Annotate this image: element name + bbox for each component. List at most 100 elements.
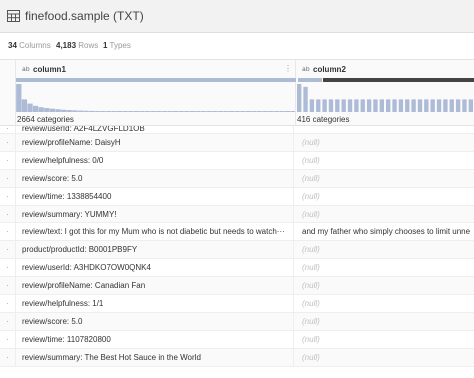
table-row[interactable]: · review/text: I got this for my Mum who …	[0, 223, 474, 242]
column-header-column2[interactable]: ab column2 416 categories	[296, 60, 474, 126]
cell-column2[interactable]: (null)	[302, 277, 474, 294]
cell-column1[interactable]: review/time: 1107820800	[22, 330, 294, 348]
histogram-bar[interactable]	[32, 105, 39, 112]
histogram-bar[interactable]	[122, 111, 128, 112]
histogram-bar[interactable]	[206, 111, 212, 112]
table-row[interactable]: · review/score: 5.0 (null)	[0, 312, 474, 331]
histogram-bar[interactable]	[424, 99, 429, 112]
histogram-bar[interactable]	[335, 99, 340, 112]
histogram-bar[interactable]	[297, 84, 302, 112]
table-row[interactable]: · review/summary: The Best Hot Sauce in t…	[0, 348, 474, 367]
cell-column2[interactable]: (null)	[302, 295, 474, 312]
histogram-bar[interactable]	[27, 103, 33, 112]
column-name[interactable]: column2	[313, 65, 346, 74]
histogram-bar[interactable]	[161, 111, 168, 112]
histogram-bar[interactable]	[100, 111, 106, 112]
cell-column1[interactable]: review/profileName: DaisyH	[22, 134, 294, 151]
cell-column2[interactable]: (null)	[302, 241, 474, 258]
cell-column2[interactable]: (null)	[302, 206, 474, 223]
histogram-bar[interactable]	[228, 111, 235, 112]
string-type-icon[interactable]: ab	[22, 66, 30, 73]
histogram-bar[interactable]	[212, 111, 218, 112]
histogram-bar[interactable]	[144, 111, 151, 112]
histogram-bar[interactable]	[111, 111, 117, 112]
cell-column2[interactable]: (null)	[302, 313, 474, 330]
histogram-bar[interactable]	[66, 110, 72, 112]
histogram-bar[interactable]	[251, 111, 257, 112]
histogram-bar[interactable]	[128, 111, 134, 112]
histogram-bar[interactable]	[133, 111, 140, 112]
histogram-bar[interactable]	[379, 99, 384, 112]
histogram-bar[interactable]	[328, 99, 334, 112]
histogram-bar[interactable]	[417, 99, 423, 112]
histogram-bar[interactable]	[430, 99, 435, 112]
histogram-bar[interactable]	[347, 99, 353, 112]
histogram-bar[interactable]	[373, 99, 378, 112]
cell-column2[interactable]: (null)	[302, 152, 474, 169]
column-histogram[interactable]	[296, 84, 474, 112]
histogram-bar[interactable]	[178, 111, 184, 112]
histogram-bar[interactable]	[462, 99, 467, 112]
string-type-icon[interactable]: ab	[302, 66, 310, 73]
cell-column2[interactable]: (null)	[302, 331, 474, 348]
histogram-bar[interactable]	[468, 99, 473, 112]
cell-column1[interactable]: review/userId: A3HDKO7OW0QNK4	[22, 259, 294, 277]
histogram-bar[interactable]	[262, 111, 268, 112]
histogram-bar[interactable]	[449, 99, 454, 112]
histogram-bar[interactable]	[150, 111, 156, 112]
histogram-bar[interactable]	[443, 99, 448, 112]
histogram-bar[interactable]	[290, 111, 295, 112]
more-vertical-icon[interactable]: ⋮	[284, 64, 292, 73]
histogram-bar[interactable]	[360, 99, 365, 112]
histogram-bar[interactable]	[116, 111, 123, 112]
histogram-bar[interactable]	[195, 111, 201, 112]
histogram-bar[interactable]	[316, 99, 321, 112]
histogram-bar[interactable]	[167, 111, 173, 112]
table-row[interactable]: · review/time: 1338854400 (null)	[0, 187, 474, 206]
cell-column1[interactable]: product/productId: B0001PB9FY	[22, 241, 294, 259]
histogram-bar[interactable]	[223, 111, 229, 112]
histogram-bar[interactable]	[72, 110, 78, 112]
cell-column1[interactable]: review/userId: A2F4LZVGFLD1OB	[22, 126, 294, 133]
table-row[interactable]: · review/profileName: Canadian Fan (null)	[0, 277, 474, 296]
histogram-bar[interactable]	[279, 111, 285, 112]
histogram-bar[interactable]	[217, 111, 224, 112]
histogram-bar[interactable]	[49, 108, 56, 112]
cell-column2[interactable]: (null)	[302, 259, 474, 276]
histogram-bar[interactable]	[94, 111, 100, 112]
histogram-bar[interactable]	[309, 99, 315, 112]
table-row[interactable]: · review/score: 5.0 (null)	[0, 169, 474, 188]
table-row[interactable]: · review/summary: YUMMY! (null)	[0, 205, 474, 224]
histogram-bar[interactable]	[234, 111, 240, 112]
histogram-bar[interactable]	[16, 84, 22, 112]
histogram-bar[interactable]	[172, 111, 179, 112]
column-header-column1[interactable]: ab column1 ⋮ 2664 categories	[16, 60, 296, 126]
table-row[interactable]: · review/helpfulness: 1/1 (null)	[0, 295, 474, 313]
column-histogram[interactable]	[16, 84, 295, 112]
table-row[interactable]: · product/productId: B0001PB9FY (null)	[0, 241, 474, 260]
histogram-bar[interactable]	[322, 99, 327, 112]
histogram-bar[interactable]	[411, 99, 416, 112]
histogram-bar[interactable]	[273, 111, 280, 112]
table-row[interactable]: · review/profileName: DaisyH (null)	[0, 134, 474, 152]
histogram-bar[interactable]	[455, 99, 461, 112]
histogram-bar[interactable]	[366, 99, 372, 112]
histogram-bar[interactable]	[21, 99, 28, 112]
histogram-bar[interactable]	[55, 109, 61, 112]
cell-column1[interactable]: review/text: I got this for my Mum who i…	[22, 223, 294, 241]
histogram-bar[interactable]	[44, 108, 50, 112]
cell-column2[interactable]	[302, 126, 474, 133]
cell-column1[interactable]: review/helpfulness: 0/0	[22, 151, 294, 169]
histogram-bar[interactable]	[245, 111, 252, 112]
table-row[interactable]: · review/helpfulness: 0/0 (null)	[0, 151, 474, 170]
histogram-bar[interactable]	[83, 110, 89, 112]
cell-column2[interactable]: (null)	[302, 170, 474, 187]
histogram-bar[interactable]	[392, 99, 397, 112]
histogram-bar[interactable]	[341, 99, 346, 112]
column-name[interactable]: column1	[33, 65, 66, 74]
cell-column1[interactable]: review/score: 5.0	[22, 312, 294, 330]
cell-column2[interactable]: (null)	[302, 134, 474, 151]
cell-column1[interactable]: review/helpfulness: 1/1	[22, 295, 294, 312]
histogram-bar[interactable]	[240, 111, 246, 112]
histogram-bar[interactable]	[139, 111, 145, 112]
